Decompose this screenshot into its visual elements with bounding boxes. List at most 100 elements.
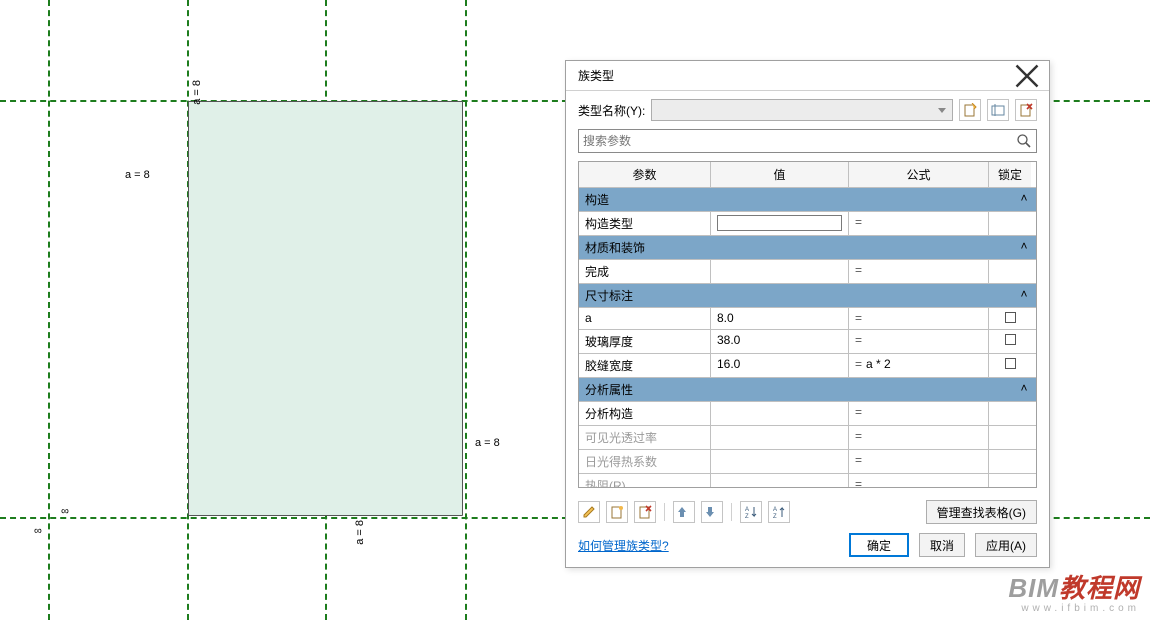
table-row[interactable]: 可见光透过率 [579,426,1036,450]
param-value[interactable] [711,474,849,487]
grid-header-row: 参数 值 公式 锁定 [579,162,1036,188]
col-lock[interactable]: 锁定 [989,162,1031,187]
param-lock[interactable] [989,212,1031,235]
param-value[interactable] [711,260,849,283]
delete-type-icon[interactable] [1015,99,1037,121]
param-formula[interactable] [849,212,989,235]
param-lock[interactable] [989,354,1031,377]
lock-checkbox[interactable] [1005,312,1016,323]
param-name: 可见光透过率 [579,426,711,449]
dialog-title: 族类型 [578,67,614,84]
rename-type-icon[interactable] [987,99,1009,121]
svg-text:Z: Z [773,514,777,519]
grid-body[interactable]: 构造˄构造类型材质和装饰˄完成尺寸标注˄a8.0玻璃厚度38.0胶缝宽度16.0… [579,188,1036,487]
col-param[interactable]: 参数 [579,162,711,187]
dim-label: a = 8 [191,80,203,105]
param-lock[interactable] [989,308,1031,329]
table-row[interactable]: 日光得热系数 [579,450,1036,474]
ref-line-v [465,0,467,620]
param-lock[interactable] [989,426,1031,449]
svg-text:A: A [773,507,777,513]
param-formula[interactable]: a * 2 [849,354,989,377]
param-value[interactable] [711,450,849,473]
param-formula[interactable] [849,308,989,329]
param-toolbar: AZ AZ 管理查找表格(G) [578,496,1037,524]
param-name: 热阻(R) [579,474,711,487]
panel-shape[interactable] [188,101,463,516]
param-name: 完成 [579,260,711,283]
help-link[interactable]: 如何管理族类型? [578,537,669,554]
param-formula[interactable] [849,450,989,473]
svg-text:A: A [745,507,749,513]
type-name-label: 类型名称(Y): [578,102,645,119]
table-row[interactable]: 完成 [579,260,1036,284]
table-row[interactable]: a8.0 [579,308,1036,330]
param-lock[interactable] [989,260,1031,283]
family-types-dialog: 族类型 类型名称(Y): [565,60,1050,568]
dialog-titlebar[interactable]: 族类型 [566,61,1049,91]
param-value[interactable]: 8.0 [711,308,849,329]
table-row[interactable]: 分析构造 [579,402,1036,426]
ref-line-v [48,0,50,620]
ok-button[interactable]: 确定 [849,533,909,557]
dim-label: a = 8 [125,169,150,181]
cancel-button[interactable]: 取消 [919,533,965,557]
search-icon[interactable] [1016,133,1032,149]
value-input[interactable] [717,215,842,231]
param-name: 玻璃厚度 [579,330,711,353]
close-icon[interactable] [1013,65,1041,87]
param-lock[interactable] [989,474,1031,487]
param-name: a [579,308,711,329]
dialog-footer: 如何管理族类型? 确定 取消 应用(A) [578,532,1037,557]
param-value[interactable] [711,402,849,425]
table-row[interactable]: 构造类型 [579,212,1036,236]
watermark: BIM教程网 www.ifbim.com [1008,574,1140,614]
param-value[interactable] [711,426,849,449]
grid-section[interactable]: 分析属性˄ [579,378,1036,402]
param-name: 构造类型 [579,212,711,235]
manage-lookup-button[interactable]: 管理查找表格(G) [926,500,1037,524]
lock-checkbox[interactable] [1005,358,1016,369]
svg-text:Z: Z [745,514,749,519]
search-box[interactable] [578,129,1037,153]
param-formula[interactable] [849,260,989,283]
param-lock[interactable] [989,402,1031,425]
sort-desc-icon[interactable]: AZ [768,501,790,523]
type-name-select[interactable] [651,99,953,121]
apply-button[interactable]: 应用(A) [975,533,1037,557]
table-row[interactable]: 胶缝宽度16.0a * 2 [579,354,1036,378]
delete-param-icon[interactable] [634,501,656,523]
table-row[interactable]: 热阻(R) [579,474,1036,487]
param-value[interactable]: 38.0 [711,330,849,353]
dim-label: ∞ [59,505,71,517]
new-param-icon[interactable] [606,501,628,523]
dim-label: a = 8 [475,437,500,449]
dim-label: a = 8 [354,520,366,545]
grid-section[interactable]: 材质和装饰˄ [579,236,1036,260]
param-value[interactable] [711,212,849,235]
param-formula[interactable] [849,474,989,487]
param-formula[interactable] [849,402,989,425]
param-lock[interactable] [989,330,1031,353]
param-formula[interactable] [849,426,989,449]
param-name: 分析构造 [579,402,711,425]
dim-label: ∞ [34,525,42,537]
param-formula[interactable] [849,330,989,353]
move-down-icon[interactable] [701,501,723,523]
lock-checkbox[interactable] [1005,334,1016,345]
sort-asc-icon[interactable]: AZ [740,501,762,523]
param-value[interactable]: 16.0 [711,354,849,377]
new-type-icon[interactable] [959,99,981,121]
grid-section[interactable]: 尺寸标注˄ [579,284,1036,308]
edit-param-icon[interactable] [578,501,600,523]
move-up-icon[interactable] [673,501,695,523]
search-input[interactable] [583,134,1016,148]
param-lock[interactable] [989,450,1031,473]
col-formula[interactable]: 公式 [849,162,989,187]
col-value[interactable]: 值 [711,162,849,187]
table-row[interactable]: 玻璃厚度38.0 [579,330,1036,354]
grid-section[interactable]: 构造˄ [579,188,1036,212]
param-name: 日光得热系数 [579,450,711,473]
parameter-grid: 参数 值 公式 锁定 构造˄构造类型材质和装饰˄完成尺寸标注˄a8.0玻璃厚度3… [578,161,1037,488]
param-name: 胶缝宽度 [579,354,711,377]
